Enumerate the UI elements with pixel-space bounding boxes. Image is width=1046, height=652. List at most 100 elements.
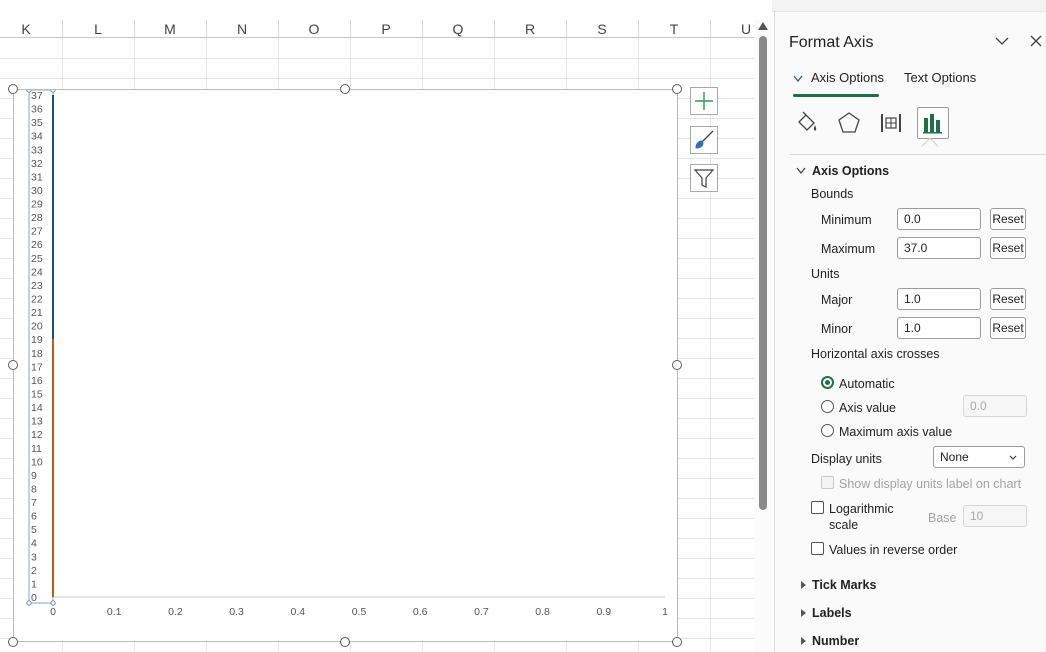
axis-options-section-title[interactable]: Axis Options bbox=[812, 164, 889, 178]
chart-area[interactable]: 0 1 2 3 4 5 6 7 8 9 10 11 12 13 14 15 16 17 18 19 20 21 22 23 24… bbox=[13, 89, 678, 642]
y-tick-label: 6 bbox=[31, 511, 37, 523]
section-collapse-icon[interactable] bbox=[796, 167, 806, 175]
y-tick-label: 1 bbox=[31, 578, 37, 590]
maximum-axis-value-radio[interactable] bbox=[821, 424, 834, 437]
resize-handle-bottom-right[interactable] bbox=[672, 637, 682, 647]
y-tick-label: 8 bbox=[31, 483, 37, 495]
filter-icon bbox=[693, 169, 715, 188]
minor-reset-button[interactable]: Reset bbox=[990, 317, 1026, 339]
resize-handle-top-left[interactable] bbox=[8, 84, 18, 94]
tab-axis-options[interactable]: Axis Options bbox=[811, 70, 884, 85]
chart-styles-button[interactable] bbox=[690, 126, 718, 154]
minimum-input[interactable] bbox=[897, 208, 981, 230]
maximum-label: Maximum bbox=[821, 242, 876, 256]
vertical-scrollbar[interactable] bbox=[754, 20, 772, 652]
column-header-P[interactable]: P bbox=[350, 20, 422, 38]
reverse-order-checkbox[interactable] bbox=[811, 542, 824, 555]
number-section[interactable]: Number bbox=[812, 634, 859, 648]
x-tick-label: 0.8 bbox=[535, 606, 550, 618]
maximum-axis-value-label[interactable]: Maximum axis value bbox=[839, 425, 952, 439]
major-reset-button[interactable]: Reset bbox=[990, 288, 1026, 310]
units-label: Units bbox=[811, 267, 840, 281]
grid-row-line bbox=[0, 78, 754, 79]
category-pointer bbox=[921, 137, 939, 155]
resize-handle-top-right[interactable] bbox=[672, 84, 682, 94]
minimum-reset-button[interactable]: Reset bbox=[990, 208, 1026, 230]
reverse-order-label[interactable]: Values in reverse order bbox=[829, 543, 957, 557]
bar-chart-icon bbox=[923, 114, 942, 134]
column-header-N[interactable]: N bbox=[206, 20, 278, 38]
pane-title: Format Axis bbox=[789, 34, 874, 51]
chart-plot: 0123456789101112131415161718192021222324… bbox=[26, 90, 668, 618]
bounds-label: Bounds bbox=[811, 187, 854, 201]
size-properties-category[interactable] bbox=[875, 107, 907, 139]
column-header-T[interactable]: T bbox=[638, 20, 710, 38]
resize-handle-top[interactable] bbox=[340, 84, 350, 94]
display-units-select[interactable]: None bbox=[933, 446, 1025, 468]
maximum-input[interactable] bbox=[897, 237, 981, 259]
column-header-O[interactable]: O bbox=[278, 20, 350, 38]
number-expand-icon[interactable] bbox=[801, 637, 806, 645]
logarithmic-scale-checkbox[interactable] bbox=[811, 501, 824, 514]
chart-elements-button[interactable] bbox=[690, 87, 718, 115]
fill-line-category[interactable] bbox=[791, 107, 823, 139]
horizontal-axis-crosses-label: Horizontal axis crosses bbox=[811, 347, 940, 361]
size-properties-icon bbox=[881, 114, 901, 132]
column-header-R[interactable]: R bbox=[494, 20, 566, 38]
chevron-down-icon bbox=[1009, 455, 1017, 460]
y-tick-label: 3 bbox=[31, 551, 37, 563]
effects-category[interactable] bbox=[833, 107, 865, 139]
y-tick-label: 15 bbox=[31, 388, 43, 400]
column-header-L[interactable]: L bbox=[62, 20, 134, 38]
axis-value-label[interactable]: Axis value bbox=[839, 401, 896, 415]
resize-handle-left[interactable] bbox=[8, 360, 18, 370]
y-tick-label: 13 bbox=[31, 416, 43, 428]
chart-filters-button[interactable] bbox=[690, 164, 718, 192]
y-tick-label: 18 bbox=[31, 348, 43, 360]
tick-marks-section[interactable]: Tick Marks bbox=[812, 578, 876, 592]
resize-handle-right[interactable] bbox=[672, 360, 682, 370]
display-units-value: None bbox=[940, 450, 969, 464]
y-tick-label: 30 bbox=[31, 185, 43, 197]
automatic-label[interactable]: Automatic bbox=[839, 377, 895, 391]
minor-input[interactable] bbox=[897, 317, 981, 339]
labels-section[interactable]: Labels bbox=[812, 606, 852, 620]
x-tick-label: 0.7 bbox=[474, 606, 489, 618]
x-tick-label: 0.6 bbox=[413, 606, 428, 618]
scroll-up-arrow-icon[interactable] bbox=[758, 22, 768, 30]
axis-value-input[interactable] bbox=[963, 395, 1027, 417]
column-header-M[interactable]: M bbox=[134, 20, 206, 38]
y-tick-label: 22 bbox=[31, 294, 43, 306]
show-display-units-checkbox[interactable] bbox=[821, 476, 834, 489]
y-tick-label: 35 bbox=[31, 117, 43, 129]
scale-label[interactable]: scale bbox=[829, 518, 858, 532]
base-input[interactable] bbox=[963, 505, 1027, 527]
close-icon[interactable] bbox=[1029, 34, 1043, 48]
resize-handle-bottom-left[interactable] bbox=[8, 637, 18, 647]
axis-selection-handle bbox=[50, 90, 56, 93]
y-tick-label: 14 bbox=[31, 402, 43, 414]
axis-value-radio[interactable] bbox=[821, 400, 834, 413]
category-divider bbox=[789, 154, 1046, 155]
column-header-K[interactable]: K bbox=[0, 20, 62, 38]
scrollbar-thumb[interactable] bbox=[759, 36, 767, 510]
major-input[interactable] bbox=[897, 288, 981, 310]
paint-bucket-icon bbox=[798, 111, 817, 131]
column-header-S[interactable]: S bbox=[566, 20, 638, 38]
y-tick-label: 29 bbox=[31, 199, 43, 211]
maximum-reset-button[interactable]: Reset bbox=[990, 237, 1026, 259]
tab-text-options[interactable]: Text Options bbox=[904, 70, 976, 85]
plus-icon bbox=[695, 92, 713, 110]
logarithmic-label[interactable]: Logarithmic bbox=[829, 502, 894, 516]
tick-marks-expand-icon[interactable] bbox=[801, 581, 806, 589]
format-axis-pane[interactable]: Format Axis Axis Options Text Options Ax… bbox=[774, 12, 1046, 652]
y-tick-label: 9 bbox=[31, 470, 37, 482]
x-tick-label: 0.2 bbox=[168, 606, 183, 618]
resize-handle-bottom[interactable] bbox=[340, 637, 350, 647]
automatic-radio[interactable] bbox=[821, 376, 834, 389]
labels-expand-icon[interactable] bbox=[801, 609, 806, 617]
axis-options-category[interactable] bbox=[917, 107, 949, 139]
chevron-down-icon[interactable] bbox=[995, 34, 1009, 48]
y-tick-label: 11 bbox=[31, 443, 42, 455]
column-header-Q[interactable]: Q bbox=[422, 20, 494, 38]
